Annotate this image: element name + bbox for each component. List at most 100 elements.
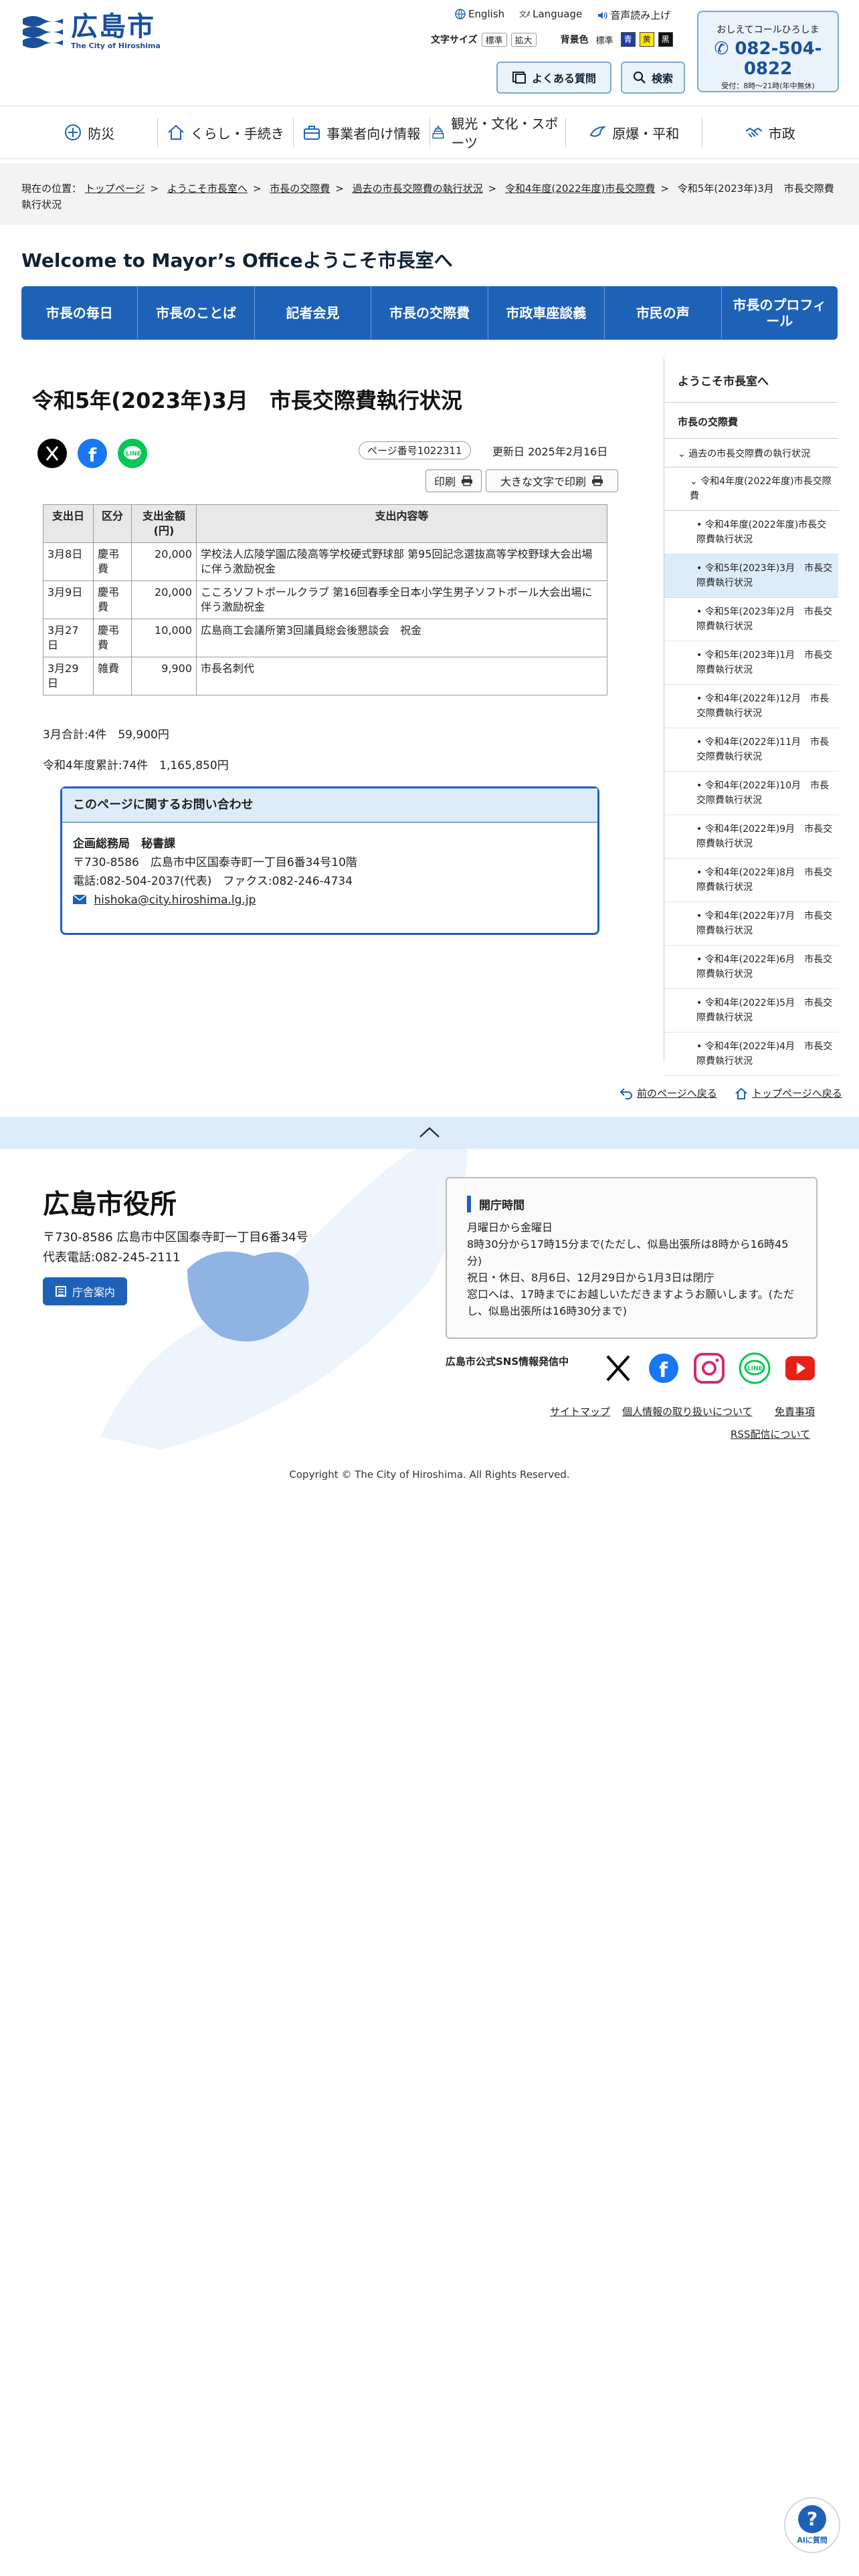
side-nav-level3[interactable]: ⌄ 令和4年度(2022年度)市長交際費 <box>664 467 838 511</box>
side-nav-item[interactable]: • 令和4年(2022年)9月 市長交際費執行状況 <box>664 815 838 859</box>
breadcrumb-link[interactable]: 過去の市長交際費の執行状況 <box>353 183 483 195</box>
print-button[interactable]: 印刷 <box>425 469 482 492</box>
footer-link-rss[interactable]: RSS配信について <box>731 1427 810 1441</box>
side-nav-level3-label: 令和4年度(2022年度)市長交際費 <box>690 476 832 502</box>
side-nav-item[interactable]: • 令和4年(2022年)4月 市長交際費執行状況 <box>664 1033 838 1076</box>
mayor-nav-words[interactable]: 市長のことば <box>138 286 255 340</box>
instagram-icon <box>694 1353 725 1384</box>
footer-link-disclaimer[interactable]: 免責事項 <box>775 1404 815 1418</box>
share-facebook-button[interactable]: f <box>78 439 107 468</box>
mayor-nav-voice[interactable]: 市民の声 <box>605 286 722 340</box>
side-nav-item[interactable]: • 令和4年度(2022年度)市長交際費執行状況 <box>664 511 838 554</box>
side-nav-item[interactable]: • 令和5年(2023年)1月 市長交際費執行状況 <box>664 641 838 685</box>
side-nav-item[interactable]: • 令和4年(2022年)12月 市長交際費執行状況 <box>664 685 838 728</box>
table-row: 3月27日 慶弔費 10,000 広島商工会議所第3回議員総会後懇談会 祝金 <box>43 619 607 657</box>
mayor-nav-daily[interactable]: 市長の毎日 <box>21 286 138 340</box>
text-size-standard-button[interactable]: 標準 <box>481 32 507 47</box>
office-hours-line: 窓口へは、17時までにお越しいただきますようお願いします。(ただし、似島出張所は… <box>467 1288 795 1317</box>
print-large-button[interactable]: 大きな文字で印刷 <box>486 469 618 492</box>
globe-icon <box>455 9 466 19</box>
mayor-nav-press[interactable]: 記者会見 <box>255 286 372 340</box>
side-nav-level1[interactable]: 市長の交際費 <box>664 403 838 439</box>
table-cell: 慶弔費 <box>93 580 132 619</box>
contact-heading: このページに関するお問い合わせ <box>62 788 597 823</box>
svg-text:文A: 文A <box>519 9 530 19</box>
english-link[interactable]: English <box>455 8 504 22</box>
side-nav-item[interactable]: • 令和4年(2022年)5月 市長交際費執行状況 <box>664 989 838 1033</box>
gnav-item-bousai[interactable]: 防災 <box>21 118 158 147</box>
footer-facebook-link[interactable]: f <box>648 1352 680 1384</box>
gnav-item-business[interactable]: 事業者向け情報 <box>294 118 430 147</box>
search-button[interactable]: 検索 <box>621 62 685 94</box>
printer-icon <box>462 475 472 486</box>
office-hours-box: 開庁時間 月曜日から金曜日 8時30分から17時15分まで(ただし、似島出張所は… <box>446 1177 818 1339</box>
mayor-nav-expenses[interactable]: 市長の交際費 <box>371 286 488 340</box>
building-guide-button[interactable]: 庁舎案内 <box>43 1277 127 1305</box>
gnav-item-peace[interactable]: 原爆・平和 <box>566 118 702 147</box>
back-top[interactable]: トップページへ戻る <box>735 1086 842 1100</box>
side-nav-item[interactable]: • 令和4年(2022年)7月 市長交際費執行状況 <box>664 902 838 946</box>
page-top-button[interactable] <box>0 1117 859 1149</box>
side-nav-level2[interactable]: ⌄ 過去の市長交際費の執行状況 <box>664 439 838 467</box>
footer-link-privacy[interactable]: 個人情報の取り扱いについて <box>622 1404 753 1418</box>
text-size-large-button[interactable]: 拡大 <box>510 32 537 47</box>
footer-address: 〒730-8586 広島市中区国泰寺町一丁目6番34号 <box>43 1230 308 1245</box>
contact-box: このページに関するお問い合わせ 企画総務局 秘書課 〒730-8586 広島市中… <box>60 786 599 935</box>
back-top-link[interactable]: トップページへ戻る <box>752 1086 842 1100</box>
bullet-icon: • <box>696 780 705 791</box>
table-cell: 3月27日 <box>43 619 94 657</box>
share-x-button[interactable] <box>37 439 67 468</box>
footer-link-sitemap[interactable]: サイトマップ <box>550 1404 610 1418</box>
side-nav-item[interactable]: • 令和4年(2022年)8月 市長交際費執行状況 <box>664 859 838 902</box>
gnav-item-government[interactable]: 市政 <box>702 118 838 147</box>
breadcrumb-link[interactable]: ようこそ市長室へ <box>167 183 248 195</box>
language-link[interactable]: 文A Language <box>519 8 582 22</box>
side-nav-item[interactable]: • 令和4年(2022年)11月 市長交際費執行状況 <box>664 728 838 772</box>
table-cell: 3月29日 <box>43 657 94 695</box>
bullet-icon: • <box>696 954 705 965</box>
line-icon: LINE <box>739 1352 771 1384</box>
logo-subtext: The City of Hiroshima <box>71 41 161 50</box>
call-center-box[interactable]: おしえてコールひろしま ✆ 082-504-0822 受付：8時～21時(年中無… <box>697 11 839 92</box>
bg-black-button[interactable]: 黒 <box>658 32 673 47</box>
breadcrumb-link[interactable]: 市長の交際費 <box>270 183 330 195</box>
share-line-button[interactable]: LINE <box>118 439 147 468</box>
bg-standard-button[interactable]: 標準 <box>592 33 617 46</box>
back-prev[interactable]: 前のページへ戻る <box>619 1086 717 1100</box>
side-nav-item-label: 令和4年(2022年)10月 市長交際費執行状況 <box>696 780 829 806</box>
ai-question-button[interactable]: ? AIに質問 <box>784 2497 840 2553</box>
office-hours-line: 祝日・休日、8月6日、12月29日から1月3日は閉庁 <box>467 1271 714 1284</box>
voice-reader-link[interactable]: 音声読み上げ <box>597 8 670 22</box>
contact-email-link[interactable]: hishoka@city.hiroshima.lg.jp <box>94 893 256 907</box>
back-prev-link[interactable]: 前のページへ戻る <box>637 1086 717 1100</box>
side-nav-item[interactable]: • 令和5年(2023年)2月 市長交際費執行状況 <box>664 598 838 641</box>
gnav-item-kurashi[interactable]: くらし・手続き <box>158 118 294 147</box>
bg-blue-button[interactable]: 青 <box>620 32 636 47</box>
site-logo[interactable]: 広島市 The City of Hiroshima <box>21 9 161 52</box>
gnav-label: 原爆・平和 <box>612 125 680 142</box>
search-label: 検索 <box>651 72 673 85</box>
mayor-nav-profile[interactable]: 市長のプロフィール <box>722 286 838 340</box>
facebook-icon: f <box>649 1354 678 1383</box>
footer-city-hall: 広島市役所 <box>43 1189 177 1220</box>
footer-line-link[interactable]: LINE <box>739 1352 771 1384</box>
side-nav-item-current[interactable]: • 令和5年(2023年)3月 市長交際費執行状況 <box>664 554 838 598</box>
side-nav-top[interactable]: ようこそ市長室へ <box>664 358 838 403</box>
table-row: 3月9日 慶弔費 20,000 こころソフトボールクラブ 第16回春季全日本小学… <box>43 580 607 619</box>
facebook-icon: f <box>88 444 97 466</box>
side-nav-item[interactable]: • 令和4年(2022年)6月 市長交際費執行状況 <box>664 946 838 989</box>
mayor-nav-townhall[interactable]: 市政車座談義 <box>488 286 605 340</box>
footer-instagram-link[interactable] <box>693 1352 725 1384</box>
breadcrumb-link[interactable]: トップページ <box>85 183 145 195</box>
faq-button[interactable]: よくある質問 <box>496 62 611 94</box>
call-center-title: おしえてコールひろしま <box>717 25 820 35</box>
bg-yellow-button[interactable]: 黄 <box>639 32 654 47</box>
side-nav-item-label: 令和5年(2023年)1月 市長交際費執行状況 <box>696 650 833 675</box>
bg-color-label: 背景色 <box>560 35 589 45</box>
side-nav-item-label: 令和4年(2022年)12月 市長交際費執行状況 <box>696 693 829 719</box>
footer-youtube-link[interactable] <box>784 1352 816 1384</box>
footer-x-link[interactable] <box>602 1352 634 1384</box>
side-nav-item[interactable]: • 令和4年(2022年)10月 市長交際費執行状況 <box>664 772 838 815</box>
gnav-item-tourism[interactable]: 観光・文化・スポーツ <box>430 116 566 151</box>
breadcrumb-link[interactable]: 令和4年度(2022年度)市長交際費 <box>505 183 655 195</box>
